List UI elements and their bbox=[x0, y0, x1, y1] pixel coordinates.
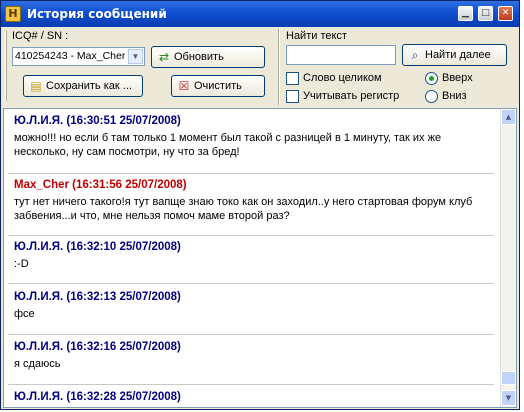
clear-button[interactable]: ☒ Очистить bbox=[171, 75, 265, 97]
direction-down-label[interactable]: Вниз bbox=[442, 90, 467, 102]
direction-up-radio[interactable] bbox=[425, 72, 438, 85]
match-case-label[interactable]: Учитывать регистр bbox=[303, 90, 399, 102]
vertical-scrollbar[interactable]: ▲ ▼ bbox=[500, 109, 516, 407]
scroll-up-icon[interactable]: ▲ bbox=[501, 109, 516, 125]
contact-select-value: 410254243 - Max_Cher bbox=[15, 50, 126, 62]
title-bar[interactable]: H История сообщений ▁ □ ✕ bbox=[1, 1, 519, 27]
message-divider bbox=[8, 283, 494, 284]
scroll-down-icon[interactable]: ▼ bbox=[501, 390, 516, 406]
scrollbar-thumb[interactable] bbox=[501, 371, 516, 385]
message-text: тут нет ничего такого!я тут вапще знаю т… bbox=[14, 196, 473, 222]
chevron-down-icon[interactable]: ▼ bbox=[128, 49, 143, 64]
maximize-button[interactable]: □ bbox=[478, 6, 493, 21]
message-text: фсе bbox=[14, 308, 35, 320]
message-text: я сдаюсь bbox=[14, 358, 61, 370]
toolbar-grip[interactable] bbox=[5, 31, 7, 101]
message-text: можно!!! но если б там только 1 момент б… bbox=[14, 132, 442, 158]
message-header: Ю.Л.И.Я. (16:30:51 25/07/2008) bbox=[14, 115, 181, 127]
message-header: Ю.Л.И.Я. (16:32:13 25/07/2008) bbox=[14, 291, 181, 303]
message-divider bbox=[8, 384, 494, 385]
whole-word-label[interactable]: Слово целиком bbox=[303, 72, 382, 84]
direction-up-label[interactable]: Вверх bbox=[442, 72, 473, 84]
contact-label: ICQ# / SN : bbox=[12, 30, 69, 42]
message-divider bbox=[8, 235, 494, 236]
message-header: Ю.Л.И.Я. (16:32:16 25/07/2008) bbox=[14, 341, 181, 353]
find-next-button-label: Найти далее bbox=[425, 49, 491, 61]
find-next-button[interactable]: ⌕ Найти далее bbox=[402, 44, 507, 66]
whole-word-checkbox[interactable] bbox=[286, 72, 299, 85]
message-divider bbox=[8, 173, 494, 174]
toolbar-separator bbox=[278, 29, 280, 105]
app-icon: H bbox=[5, 6, 21, 22]
message-header: Ю.Л.И.Я. (16:32:10 25/07/2008) bbox=[14, 241, 181, 253]
find-binoculars-icon: ⌕ bbox=[411, 48, 419, 62]
contact-select[interactable]: 410254243 - Max_Cher ▼ bbox=[12, 47, 145, 66]
window-title: История сообщений bbox=[27, 7, 167, 21]
minimize-button[interactable]: ▁ bbox=[458, 6, 473, 21]
clear-x-icon: ☒ bbox=[178, 79, 190, 93]
direction-down-radio[interactable] bbox=[425, 90, 438, 103]
refresh-button[interactable]: ⇄ Обновить bbox=[151, 46, 265, 68]
message-log[interactable]: Ю.Л.И.Я. (16:30:51 25/07/2008) можно!!! … bbox=[3, 108, 517, 408]
search-label: Найти текст bbox=[286, 30, 347, 42]
search-input[interactable] bbox=[286, 45, 396, 65]
message-header: Max_Cher (16:31:56 25/07/2008) bbox=[14, 179, 187, 191]
message-divider bbox=[8, 334, 494, 335]
message-header: Ю.Л.И.Я. (16:32:28 25/07/2008) bbox=[14, 391, 181, 403]
save-as-button[interactable]: ▤ Сохранить как ... bbox=[23, 75, 143, 97]
message-text: :-D bbox=[14, 258, 29, 270]
history-window: H История сообщений ▁ □ ✕ ICQ# / SN : 41… bbox=[0, 0, 520, 410]
refresh-arrows-icon: ⇄ bbox=[158, 50, 170, 64]
toolbar: ICQ# / SN : 410254243 - Max_Cher ▼ ⇄ Обн… bbox=[1, 27, 519, 107]
refresh-button-label: Обновить bbox=[174, 51, 224, 63]
close-button[interactable]: ✕ bbox=[498, 6, 513, 21]
save-as-button-label: Сохранить как ... bbox=[46, 80, 132, 92]
match-case-checkbox[interactable] bbox=[286, 90, 299, 103]
save-document-icon: ▤ bbox=[30, 79, 42, 93]
clear-button-label: Очистить bbox=[194, 80, 242, 92]
